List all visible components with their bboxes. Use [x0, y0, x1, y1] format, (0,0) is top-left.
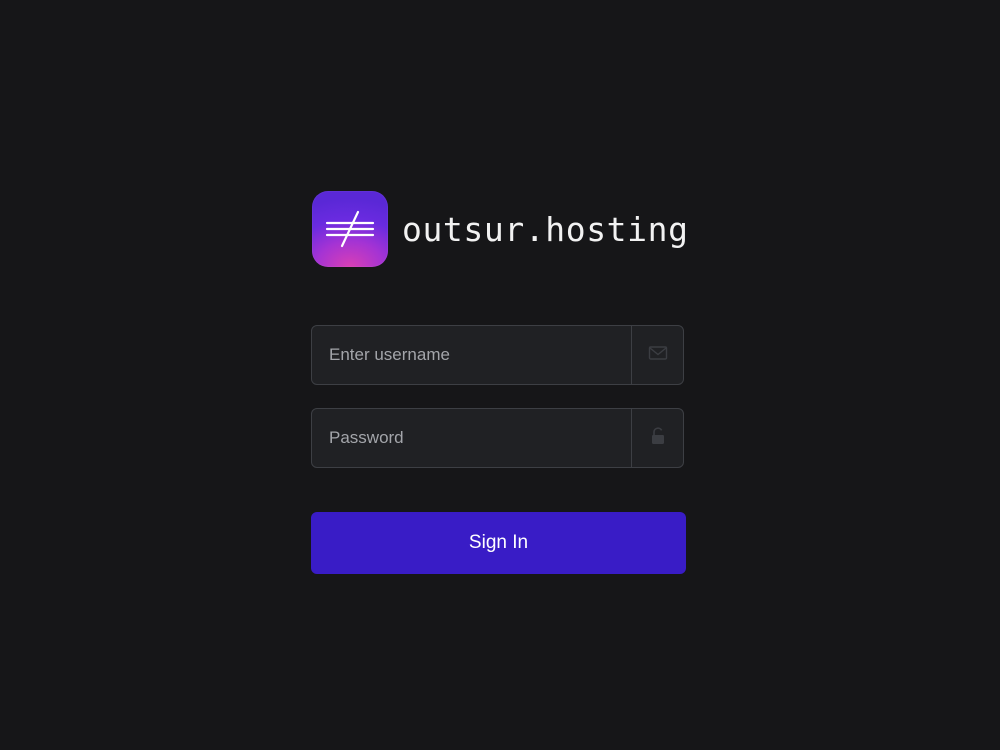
unlock-icon	[650, 426, 666, 450]
password-input[interactable]	[312, 409, 631, 467]
username-addon	[631, 326, 683, 384]
username-field	[311, 325, 684, 385]
brand-header: outsur.hosting	[312, 191, 689, 267]
username-input[interactable]	[312, 326, 631, 384]
brand-name: outsur.hosting	[402, 209, 689, 249]
envelope-icon	[648, 345, 668, 366]
not-equal-lines-icon	[312, 191, 388, 267]
password-field	[311, 408, 684, 468]
sign-in-button[interactable]: Sign In	[311, 512, 686, 574]
password-addon	[631, 409, 683, 467]
